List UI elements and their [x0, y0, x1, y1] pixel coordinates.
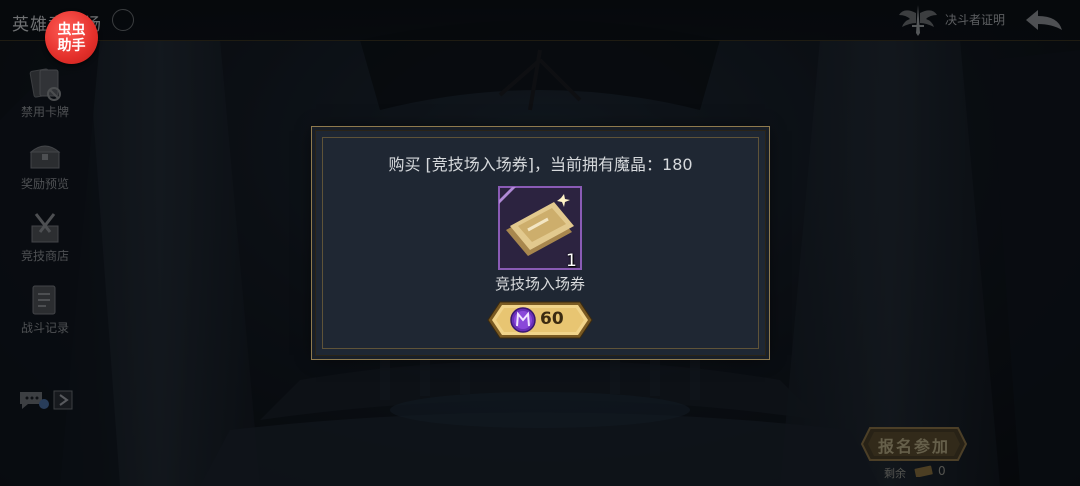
magic-crystal-icon	[510, 307, 536, 333]
assistant-badge-label: 虫虫助手	[57, 21, 86, 54]
item-name: 竞技场入场券	[494, 275, 585, 293]
price-value: 60	[540, 309, 564, 329]
game-screen: 英雄竞技场 决斗者证明 禁用卡牌 奖励预览 竞	[0, 0, 1080, 486]
assistant-badge[interactable]: 虫虫助手	[45, 11, 98, 64]
item-quantity: 1	[566, 251, 577, 271]
purchase-message: 购买 [竞技场入场券]，当前拥有魔晶：180	[388, 155, 693, 174]
